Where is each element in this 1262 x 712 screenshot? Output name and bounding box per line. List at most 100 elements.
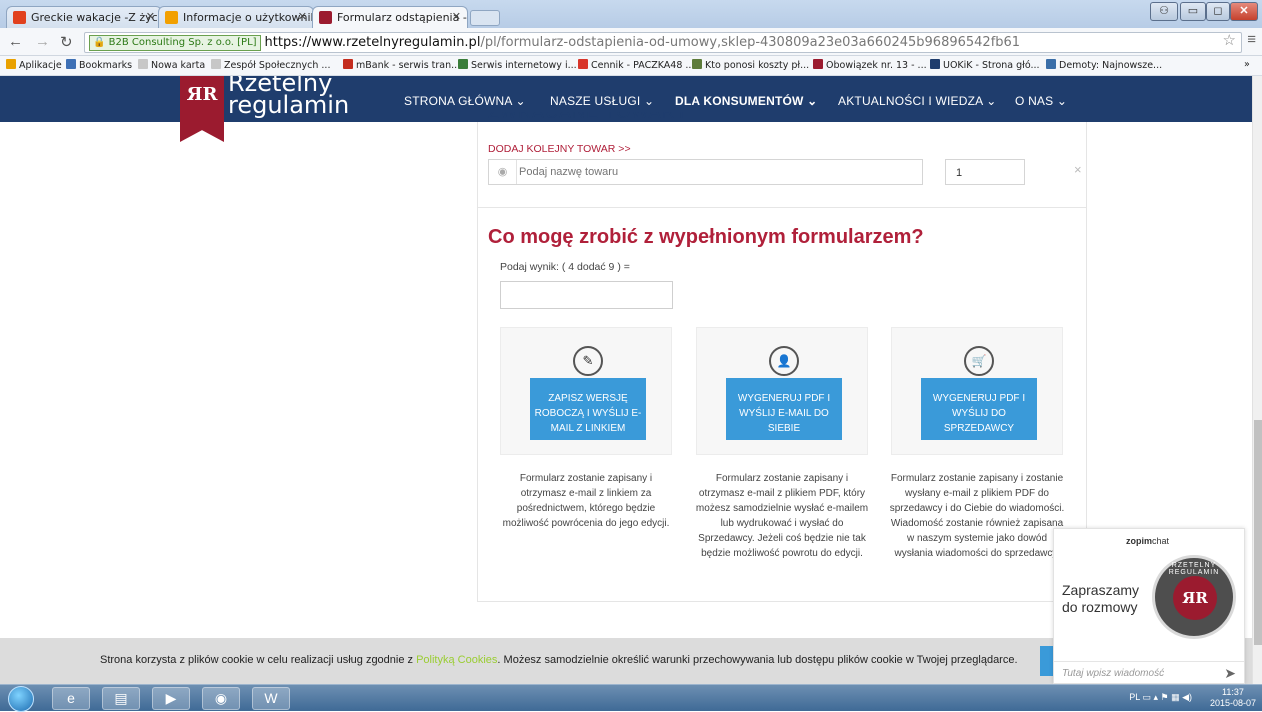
- returned-goods-heading: ZWRACANE TOWARY: [488, 112, 689, 122]
- start-button-icon[interactable]: [8, 686, 34, 712]
- user-icon: 👤: [769, 346, 799, 376]
- maximize-button[interactable]: ◻: [1206, 2, 1230, 21]
- captcha-input[interactable]: [500, 281, 673, 309]
- product-field[interactable]: ◉: [488, 159, 923, 185]
- scrollbar-thumb[interactable]: [1254, 420, 1262, 645]
- tab-close-icon[interactable]: ✕: [146, 10, 155, 23]
- site-logo-text[interactable]: Rzetelny regulamin: [228, 76, 350, 119]
- browser-tab-1[interactable]: Greckie wakacje -Z życia v ✕: [6, 6, 162, 28]
- section-title: Co mogę zrobić z wypełnionym formularzem…: [488, 226, 924, 248]
- section-divider: [478, 207, 1086, 208]
- tab-close-icon[interactable]: ✕: [298, 10, 307, 23]
- browser-tab-3-active[interactable]: Formularz odstąpienia - B ✕: [312, 6, 468, 28]
- quantity-input[interactable]: 1: [945, 159, 1025, 185]
- bookmark-item[interactable]: Demoty: Najnowsze...: [1046, 59, 1162, 71]
- nav-item-home[interactable]: STRONA GŁÓWNA ⌄: [404, 94, 526, 108]
- page-scrollbar[interactable]: [1252, 76, 1262, 684]
- pdf-to-self-button[interactable]: WYGENERUJ PDF I WYŚLIJ E-MAIL DO SIEBIE: [726, 378, 842, 440]
- bookmark-item[interactable]: Nowa karta: [138, 59, 205, 71]
- save-draft-button[interactable]: ZAPISZ WERSJĘ ROBOCZĄ I WYŚLIJ E-MAIL Z …: [530, 378, 646, 440]
- menu-icon[interactable]: ≡: [1247, 31, 1256, 48]
- law-icon: [692, 59, 702, 69]
- bookmark-item[interactable]: Obowiązek nr. 13 - ...: [813, 59, 927, 71]
- browser-tab-2[interactable]: Informacje o użytkowniku ✕: [158, 6, 314, 28]
- clock-time: 11:37: [1222, 687, 1244, 697]
- forward-icon[interactable]: →: [35, 33, 50, 50]
- new-tab-button[interactable]: [470, 10, 500, 26]
- user-icon[interactable]: ⚇: [1150, 2, 1178, 21]
- url-path: /pl/formularz-odstapienia-od-umowy,sklep…: [480, 35, 1021, 50]
- bank-icon: [458, 59, 468, 69]
- lock-icon: 🔒: [93, 37, 106, 48]
- cart-icon: 🛒: [964, 346, 994, 376]
- nav-item-news[interactable]: AKTUALNOŚCI I WIEDZA ⌄: [838, 94, 996, 108]
- chat-badge-ring-text: RZETELNY REGULAMIN: [1168, 562, 1220, 576]
- add-product-link[interactable]: DODAJ KOLEJNY TOWAR >>: [488, 143, 631, 155]
- bookmark-item[interactable]: mBank - serwis tran...: [343, 59, 460, 71]
- media-player-icon[interactable]: ▶: [152, 687, 190, 710]
- page-icon: [138, 59, 148, 69]
- cookie-accept-button[interactable]: [1040, 646, 1054, 676]
- nav-item-about[interactable]: O NAS ⌄: [1015, 94, 1067, 108]
- word-icon[interactable]: W: [252, 687, 290, 710]
- site-logo-mark[interactable]: ЯR: [180, 76, 224, 142]
- bookmark-item[interactable]: Zespół Społecznych ...: [211, 59, 330, 71]
- action-box-save-draft: ✎ ZAPISZ WERSJĘ ROBOCZĄ I WYŚLIJ E-MAIL …: [500, 327, 672, 455]
- remove-product-icon[interactable]: ×: [1074, 162, 1082, 177]
- send-icon[interactable]: ➤: [1224, 665, 1236, 682]
- page-icon: [211, 59, 221, 69]
- pdf-to-seller-button[interactable]: WYGENERUJ PDF I WYŚLIJ DO SPRZEDAWCY: [921, 378, 1037, 440]
- address-bar[interactable]: 🔒 B2B Consulting Sp. z o.o. [PL] https://…: [84, 32, 1242, 53]
- tab-title: Informacje o użytkowniku: [183, 11, 314, 24]
- chat-logo-mark: ЯR: [1173, 576, 1217, 620]
- back-icon[interactable]: ←: [8, 33, 23, 50]
- minimize-button[interactable]: ▭: [1180, 2, 1206, 21]
- paczka-icon: [578, 59, 588, 69]
- bookmark-star-icon[interactable]: ☆: [1223, 31, 1236, 49]
- page-viewport: Rzetelny regulamin STRONA GŁÓWNA ⌄ NASZE…: [0, 76, 1252, 684]
- mbank-icon: [343, 59, 353, 69]
- cookie-policy-link[interactable]: Polityką Cookies: [416, 654, 497, 666]
- browser-tab-strip: Greckie wakacje -Z życia v ✕ Informacje …: [0, 0, 1262, 28]
- bookmark-label: UOKiK - Strona głó...: [943, 60, 1040, 71]
- close-button[interactable]: ✕: [1230, 2, 1258, 21]
- chat-greeting: Zapraszamy do rozmowy: [1062, 582, 1140, 615]
- chat-brand: zopimchat: [1126, 536, 1170, 546]
- rr-icon: [813, 59, 823, 69]
- pdf-seller-description: Formularz zostanie zapisany i zostanie w…: [889, 473, 1065, 559]
- bookmark-item[interactable]: UOKiK - Strona głó...: [930, 59, 1040, 71]
- system-clock[interactable]: 11:37 2015-08-07: [1210, 687, 1256, 709]
- file-explorer-icon[interactable]: ▤: [102, 687, 140, 710]
- bookmark-item[interactable]: Cennik - PACZKA48 ...: [578, 59, 694, 71]
- bookmarks-bar: Aplikacje Bookmarks Nowa karta Zespół Sp…: [0, 56, 1262, 76]
- secure-badge[interactable]: 🔒 B2B Consulting Sp. z o.o. [PL]: [89, 35, 261, 51]
- nav-item-services[interactable]: NASZE USŁUGI ⌄: [550, 94, 654, 108]
- reload-icon[interactable]: ↻: [60, 33, 73, 51]
- captcha-label: Podaj wynik: ( 4 dodać 9 ) =: [500, 261, 630, 273]
- bookmark-label: Kto ponosi koszty pł...: [705, 60, 810, 71]
- pdf-self-description: Formularz zostanie zapisany i otrzymasz …: [695, 473, 869, 559]
- bookmarks-overflow-icon[interactable]: »: [1244, 59, 1250, 70]
- action-box-pdf-self: 👤 WYGENERUJ PDF I WYŚLIJ E-MAIL DO SIEBI…: [696, 327, 868, 455]
- product-name-input[interactable]: [519, 162, 919, 182]
- pencil-icon: ✎: [573, 346, 603, 376]
- bookmark-item[interactable]: Kto ponosi koszty pł...: [692, 59, 809, 71]
- bookmark-item[interactable]: Aplikacje: [6, 59, 62, 71]
- zopim-chat-widget[interactable]: zopimchat Zapraszamy do rozmowy RZETELNY…: [1053, 528, 1245, 684]
- tab-title: Formularz odstąpienia - B: [337, 11, 468, 24]
- language-indicator[interactable]: PL: [1129, 692, 1140, 702]
- bookmark-label: Serwis internetowy i...: [471, 60, 577, 71]
- chat-message-input[interactable]: Tutaj wpisz wiadomość ➤: [1054, 661, 1244, 684]
- uokik-icon: [930, 59, 940, 69]
- bookmark-item[interactable]: Bookmarks: [66, 59, 132, 71]
- nav-item-consumers[interactable]: DLA KONSUMENTÓW ⌄: [675, 94, 817, 108]
- demotywatory-icon: [1046, 59, 1056, 69]
- internet-explorer-icon[interactable]: e: [52, 687, 90, 710]
- logo-line-2: regulamin: [228, 91, 350, 119]
- tab-close-icon[interactable]: ✕: [452, 10, 461, 23]
- product-marker-icon: ◉: [489, 160, 517, 184]
- bookmark-item[interactable]: Serwis internetowy i...: [458, 59, 577, 71]
- chrome-icon[interactable]: ◉: [202, 687, 240, 710]
- tab-favicon-icon: [13, 11, 26, 24]
- browser-toolbar: ← → ↻ 🔒 B2B Consulting Sp. z o.o. [PL] ht…: [0, 28, 1262, 56]
